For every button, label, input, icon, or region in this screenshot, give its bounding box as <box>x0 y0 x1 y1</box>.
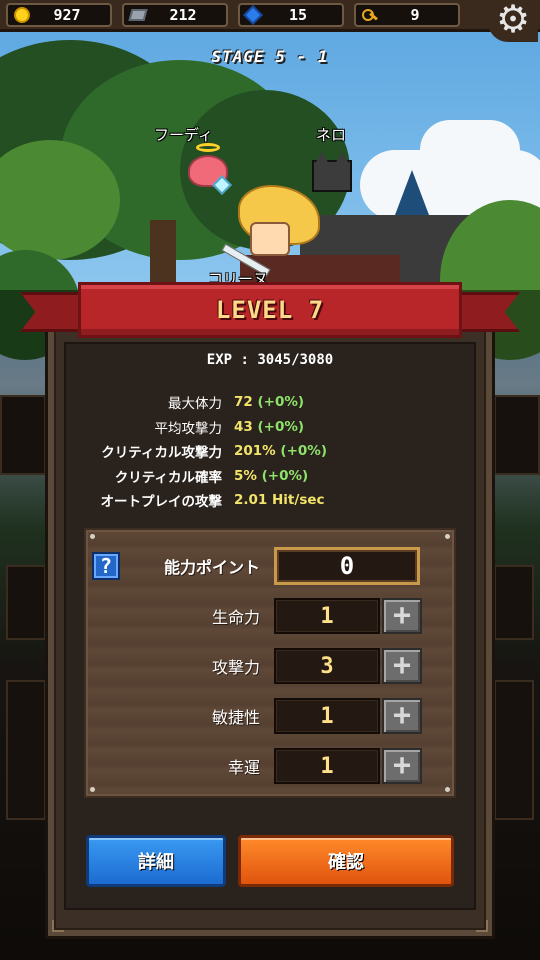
stage-label: STAGE 5 - 1 <box>211 47 329 66</box>
add-attack-button[interactable]: + <box>382 648 422 684</box>
frame-corner <box>476 920 488 932</box>
ability-label: 幸運 <box>227 758 260 777</box>
gold-counter: 927 <box>6 2 112 27</box>
iron-counter: 212 <box>122 2 228 27</box>
gem-counter: 15 <box>238 2 344 27</box>
ability-value: 3 <box>274 648 380 684</box>
nail <box>90 787 95 792</box>
ability-points-row: 能力ポイント 0 <box>84 546 456 586</box>
gold-coin-icon <box>14 6 30 23</box>
key-counter: 9 <box>354 2 460 27</box>
stat-row-autoplay-attack: オートプレイの攻撃 2.01 Hit/sec <box>48 488 492 513</box>
stat-delta: (+0%) <box>280 443 327 460</box>
resource-bar: 927 212 15 9 <box>0 0 540 32</box>
stat-row-avg-attack: 平均攻撃力 43 (+0%) <box>48 415 492 440</box>
ability-label: 敏捷性 <box>211 708 260 727</box>
detail-button[interactable]: 詳細 <box>86 835 226 887</box>
stat-label: 最大体力 <box>168 396 222 413</box>
companion-name-left: フーディ <box>154 126 213 144</box>
ability-value: 1 <box>274 698 380 734</box>
stats-list: 最大体力 72 (+0%) 平均攻撃力 43 (+0%) クリティカル攻撃力 2… <box>48 390 492 513</box>
gem-value: 15 <box>288 5 308 24</box>
stat-delta: (+0%) <box>257 394 305 411</box>
key-icon <box>362 7 378 23</box>
iron-value: 212 <box>169 5 197 24</box>
stat-row-crit-damage: クリティカル攻撃力 201% (+0%) <box>48 439 492 464</box>
hero-sprite[interactable] <box>250 222 290 256</box>
gold-value: 927 <box>53 5 81 24</box>
add-agility-button[interactable]: + <box>382 698 422 734</box>
gear-icon: ⚙ <box>495 0 531 41</box>
stat-label: クリティカル攻撃力 <box>101 445 222 462</box>
ability-row-vitality: 生命力 1 + <box>84 596 456 636</box>
ability-row-luck: 幸運 1 + <box>84 746 456 786</box>
stat-delta: (+0%) <box>261 467 309 484</box>
stat-label: クリティカル確率 <box>114 469 222 486</box>
add-luck-button[interactable]: + <box>382 748 422 784</box>
stat-value: 201% <box>234 443 276 460</box>
iron-ingot-icon <box>128 8 148 21</box>
stat-row-crit-rate: クリティカル確率 5% (+0%) <box>48 464 492 489</box>
nail <box>445 534 450 539</box>
stat-label: オートプレイの攻撃 <box>100 494 223 511</box>
stat-value: 72 <box>234 394 253 411</box>
stat-value: 5% <box>234 467 257 484</box>
ability-value: 1 <box>274 748 380 784</box>
add-vitality-button[interactable]: + <box>382 598 422 634</box>
nail <box>90 534 95 539</box>
stat-label: 平均攻撃力 <box>154 420 223 437</box>
stat-delta: (+0%) <box>257 418 305 435</box>
key-value: 9 <box>410 5 420 24</box>
settings-button[interactable]: ⚙ <box>488 0 538 42</box>
ability-points-value: 0 <box>274 547 420 585</box>
frame-corner <box>52 920 64 932</box>
stat-value: 43 <box>234 418 253 435</box>
ability-value: 1 <box>274 598 380 634</box>
stat-row-max-hp: 最大体力 72 (+0%) <box>48 390 492 415</box>
black-cat-companion-sprite[interactable] <box>312 152 352 192</box>
confirm-button[interactable]: 確認 <box>238 835 454 887</box>
level-title: LEVEL 7 <box>215 296 325 324</box>
ability-points-label: 能力ポイント <box>163 558 260 577</box>
stat-value: 2.01 Hit/sec <box>234 492 325 509</box>
ability-row-agility: 敏捷性 1 + <box>84 696 456 736</box>
ability-label: 生命力 <box>211 608 260 627</box>
ability-label: 攻撃力 <box>211 658 260 677</box>
level-ribbon: LEVEL 7 <box>20 282 520 344</box>
companion-name-right: ネロ <box>316 126 347 144</box>
exp-readout: EXP : 3045/3080 <box>206 352 334 368</box>
nail <box>445 787 450 792</box>
ability-row-attack: 攻撃力 3 + <box>84 646 456 686</box>
